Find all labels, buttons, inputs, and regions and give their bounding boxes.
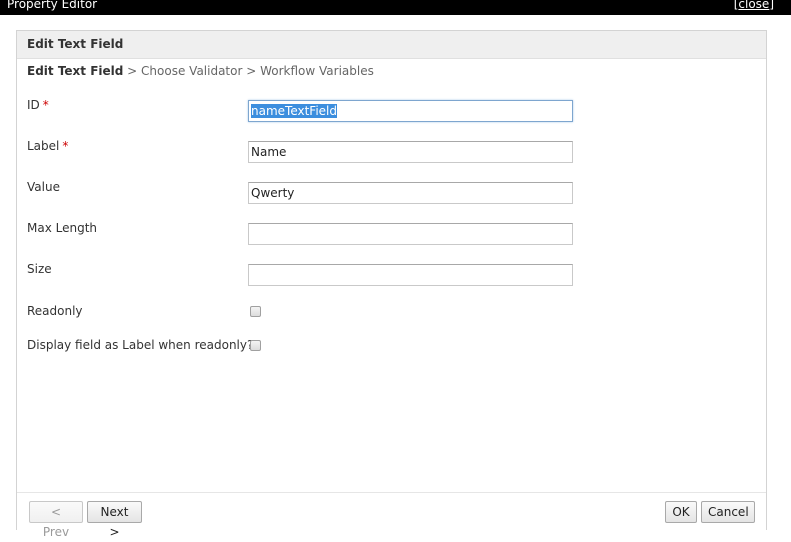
panel-title: Edit Text Field [27,37,124,51]
close-bracket-close: ] [769,0,774,11]
property-editor-panel: Edit Text Field Edit Text Field > Choose… [16,30,767,539]
label-label: Label * [27,139,68,153]
value-input-value: Qwerty [251,186,295,200]
display-as-label-checkbox[interactable] [250,340,261,351]
label-input-value: Name [251,145,287,159]
label-input[interactable]: Name [248,141,573,163]
value-label: Value [27,180,60,194]
id-required-marker: * [42,98,49,112]
prev-button[interactable]: < Prev [29,501,83,539]
breadcrumb: Edit Text Field > Choose Validator > Wor… [27,64,374,78]
id-input[interactable]: nameTextField [248,100,573,122]
id-input-value: nameTextField [251,104,337,118]
window-titlebar: Property Editor [close] [0,0,791,15]
readonly-checkbox[interactable] [250,306,261,317]
panel-header: Edit Text Field [17,31,766,59]
next-button[interactable]: Next > [87,501,142,539]
max-length-input[interactable] [248,223,573,245]
ok-button[interactable]: OK [665,501,697,523]
label-required-marker: * [62,139,69,153]
panel-footer: < Prev Next > OK Cancel [17,492,766,539]
window-title: Property Editor [7,0,98,11]
close-link[interactable]: [close] [734,0,774,12]
readonly-label: Readonly [27,304,83,318]
breadcrumb-current: Edit Text Field [27,64,124,78]
display-as-label-label: Display field as Label when readonly? [27,338,254,352]
cancel-button[interactable]: Cancel [701,501,755,523]
breadcrumb-rest: > Choose Validator > Workflow Variables [123,64,374,78]
close-label: close [738,0,770,11]
max-length-label: Max Length [27,221,98,235]
id-label: ID * [27,98,49,112]
id-input-value-wrap: nameTextField [251,104,337,119]
value-input[interactable]: Qwerty [248,182,573,204]
size-label: Size [27,262,52,276]
label-label-text: Label [27,139,60,153]
id-label-text: ID [27,98,40,112]
size-input[interactable] [248,264,573,286]
